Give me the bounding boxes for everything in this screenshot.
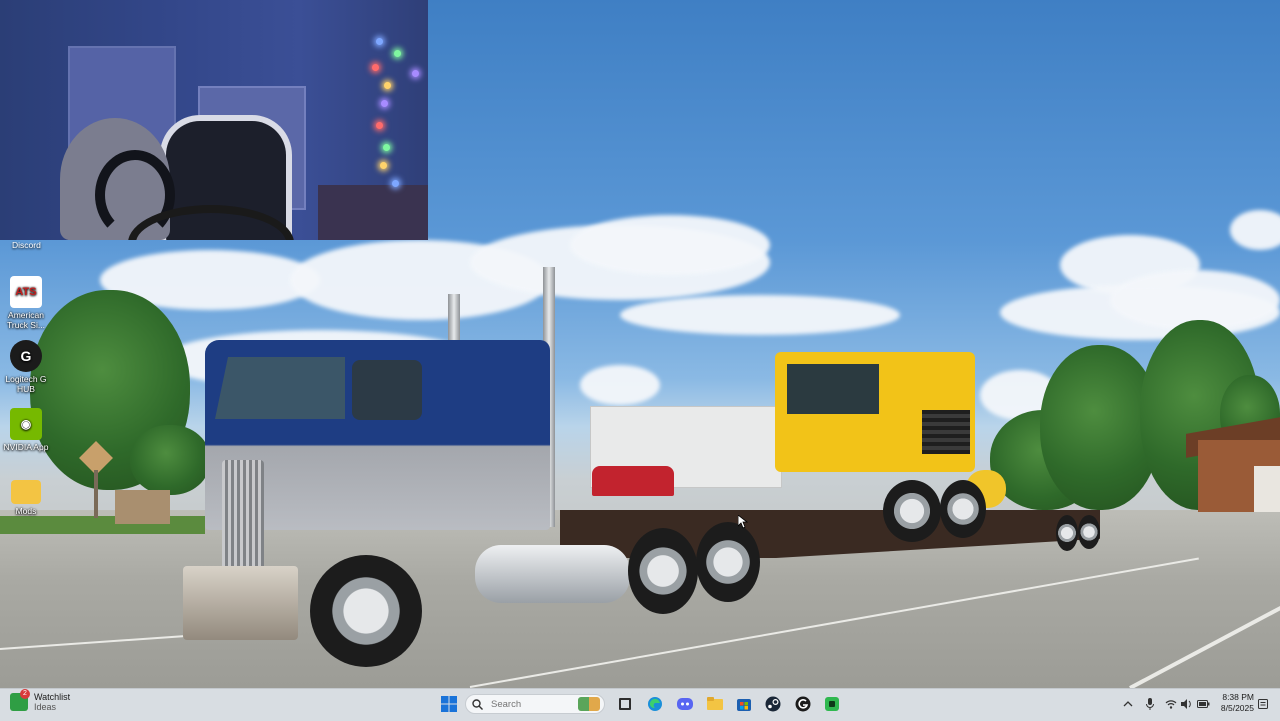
grass xyxy=(0,516,205,534)
machine-wheel xyxy=(940,480,986,538)
steam-icon xyxy=(765,696,781,712)
logitech-g-hub-icon: G xyxy=(10,340,42,372)
desktop-icon-label: American Truck Si... xyxy=(7,310,45,330)
taskbar-logitech-g-hub[interactable] xyxy=(792,694,814,714)
machine-wheel xyxy=(883,480,941,542)
string-light xyxy=(380,162,387,169)
desktop-icon-label: NVIDIA App xyxy=(3,442,49,452)
search-input[interactable] xyxy=(489,697,573,711)
task-view-icon xyxy=(619,698,631,710)
desktop-icon-label: Mods xyxy=(15,506,37,516)
widget-title: Watchlist xyxy=(34,692,71,702)
cloud xyxy=(570,215,770,275)
logitech-g-hub-icon xyxy=(795,696,811,712)
webcam-overlay xyxy=(0,0,428,240)
desktop-icon-discord-label[interactable]: Discord xyxy=(12,240,41,250)
cloud xyxy=(620,295,900,335)
tray-battery[interactable] xyxy=(1195,694,1211,714)
trash-bins xyxy=(115,490,170,524)
stock-chart-icon: 2 xyxy=(10,689,30,711)
american-truck-simulator-icon: ATS xyxy=(10,276,42,308)
red-car xyxy=(592,466,674,496)
search-highlight-icon xyxy=(578,697,600,711)
taskbar-steam[interactable] xyxy=(762,694,784,714)
taskbar xyxy=(0,688,1280,721)
search-icon xyxy=(472,698,483,710)
desktop-icon-american-truck-simulator[interactable]: ATS American Truck Si... xyxy=(1,276,51,330)
yellow-machine-vent xyxy=(922,410,970,454)
desktop-icon-mods[interactable]: Mods xyxy=(1,476,51,516)
folder-icon xyxy=(11,480,41,504)
taskbar-search[interactable] xyxy=(465,694,605,714)
cloud xyxy=(1230,210,1280,250)
notification-bell-icon xyxy=(1258,699,1268,709)
trailer-wheel xyxy=(1056,515,1078,551)
microphone-icon xyxy=(1146,698,1154,710)
string-light xyxy=(383,144,390,151)
green-app-icon xyxy=(825,697,839,711)
taskbar-discord[interactable] xyxy=(674,694,696,714)
nvidia-app-icon: ◉ xyxy=(10,408,42,440)
taskbar-file-explorer[interactable] xyxy=(704,694,726,714)
store-icon xyxy=(737,699,751,711)
string-light xyxy=(394,50,401,57)
mouse-cursor-icon xyxy=(738,515,748,529)
string-light xyxy=(376,38,383,45)
widget-watchlist[interactable]: 2 Watchlist Ideas xyxy=(10,689,70,712)
fuel-tank xyxy=(475,545,630,603)
truck-wheel xyxy=(310,555,422,667)
truck-side-window xyxy=(352,360,422,420)
windows-logo-icon xyxy=(441,696,457,712)
taskbar-edge[interactable] xyxy=(644,694,666,714)
barn-door xyxy=(1254,466,1280,512)
tray-volume[interactable] xyxy=(1179,694,1195,714)
start-button[interactable] xyxy=(438,694,460,714)
taskbar-task-view[interactable] xyxy=(614,694,636,714)
taskbar-microsoft-store[interactable] xyxy=(733,694,755,714)
folder-icon xyxy=(707,697,723,710)
string-light xyxy=(376,122,383,129)
string-light xyxy=(412,70,419,77)
desktop-icon-label: Logitech G HUB xyxy=(5,374,47,394)
string-light xyxy=(381,100,388,107)
truck-grille xyxy=(222,460,264,570)
discord-icon xyxy=(677,698,693,710)
trailer-wheel xyxy=(1078,515,1100,549)
tray-wifi[interactable] xyxy=(1163,694,1179,714)
chevron-up-icon xyxy=(1123,701,1133,707)
tray-overflow-chevron[interactable] xyxy=(1120,694,1136,714)
taskbar-green-app[interactable] xyxy=(821,694,843,714)
tray-microphone[interactable] xyxy=(1142,694,1158,714)
tray-notifications[interactable] xyxy=(1256,694,1270,714)
truck-bumper xyxy=(183,566,298,640)
desktop-icon-nvidia-app[interactable]: ◉ NVIDIA App xyxy=(1,408,51,452)
truck-windshield xyxy=(215,357,345,419)
truck-wheel xyxy=(628,528,698,614)
notification-badge: 2 xyxy=(20,689,30,699)
widget-subtitle: Ideas xyxy=(34,702,57,712)
string-light xyxy=(372,64,379,71)
desktop-icon-logitech-g-hub[interactable]: G Logitech G HUB xyxy=(1,340,51,394)
string-light xyxy=(384,82,391,89)
edge-icon xyxy=(648,697,662,711)
yellow-machine-window xyxy=(787,364,879,414)
battery-icon xyxy=(1196,700,1209,708)
wifi-icon xyxy=(1165,700,1177,709)
tree xyxy=(130,425,210,495)
taskbar-clock[interactable]: 8:38 PM 8/5/2025 xyxy=(1214,692,1254,714)
string-light xyxy=(392,180,399,187)
clock-time: 8:38 PM xyxy=(1222,692,1254,702)
widget-text: Watchlist Ideas xyxy=(34,692,70,712)
road-sign-post xyxy=(94,470,98,518)
truck-wheel xyxy=(696,522,760,602)
clock-date: 8/5/2025 xyxy=(1220,703,1254,713)
volume-icon xyxy=(1181,699,1191,709)
cloud xyxy=(580,365,660,405)
webcam-bed xyxy=(318,185,428,240)
